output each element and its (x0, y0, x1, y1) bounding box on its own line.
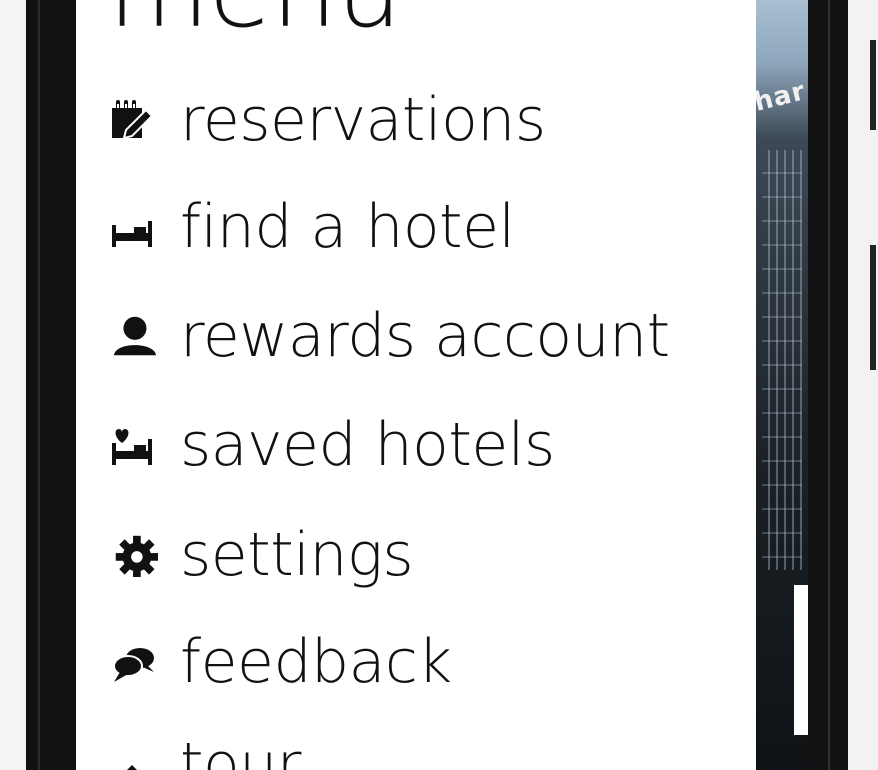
menu-item-find-a-hotel[interactable]: find a hotel (110, 192, 515, 262)
gear-icon (110, 531, 158, 579)
menu-item-label: settings (180, 520, 414, 590)
speech-bubbles-icon (110, 638, 158, 686)
device-bezel-left (26, 0, 76, 770)
device-bezel-right (808, 0, 848, 770)
menu-item-rewards-account[interactable]: rewards account (110, 301, 670, 371)
menu-item-label: find a hotel (180, 192, 515, 262)
side-button-bottom (870, 245, 876, 370)
menu-item-label: tour (180, 730, 301, 770)
menu-item-tour[interactable]: tour (110, 730, 301, 770)
bezel-rail (828, 0, 830, 770)
side-button-top (870, 40, 876, 130)
menu-item-settings[interactable]: settings (110, 520, 414, 590)
hotel-photo-background: har (756, 0, 808, 770)
device-frame: menu reservations (0, 0, 878, 770)
menu-title: menu (108, 0, 402, 42)
device-edge (848, 0, 878, 770)
hotel-sign-text: har (756, 76, 808, 118)
saved-hotel-icon (110, 421, 158, 469)
menu-item-saved-hotels[interactable]: saved hotels (110, 410, 555, 480)
reservations-icon (110, 96, 158, 144)
overlay-text-fragment (794, 585, 808, 735)
menu-item-label: saved hotels (180, 410, 555, 480)
menu-item-reservations[interactable]: reservations (110, 85, 546, 155)
menu-item-label: reservations (180, 85, 546, 155)
bed-icon (110, 203, 158, 251)
arrow-up-icon (110, 741, 158, 770)
bezel-rail (38, 0, 40, 770)
building-windows (762, 150, 802, 570)
menu-item-label: rewards account (180, 301, 670, 371)
menu-item-label: feedback (180, 627, 452, 697)
person-icon (110, 312, 158, 360)
menu-panel: menu reservations (76, 0, 756, 770)
menu-item-feedback[interactable]: feedback (110, 627, 452, 697)
